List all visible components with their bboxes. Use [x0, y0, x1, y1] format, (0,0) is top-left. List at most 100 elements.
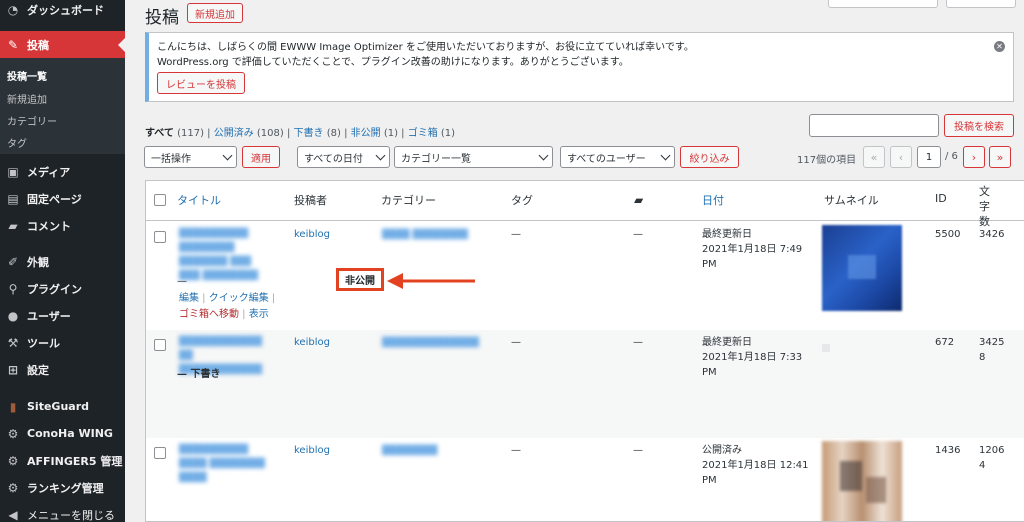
date-cell: 最終更新日 2021年1月18日 7:49 PM [702, 227, 802, 272]
sidebar-item-pages[interactable]: ▤ 固定ページ [0, 185, 125, 212]
sidebar-item-posts[interactable]: ✎ 投稿 [0, 31, 125, 58]
sidebar-collapse-menu[interactable]: ◀ メニューを閉じる [0, 501, 125, 522]
tags-cell: — [511, 337, 521, 348]
comment-bubble-icon[interactable]: ▰ [634, 193, 643, 207]
quick-edit-link[interactable]: クイック編集 [209, 293, 269, 304]
filter-button[interactable]: 絞り込み [680, 146, 739, 168]
add-new-post-button[interactable]: 新規追加 [187, 3, 243, 23]
post-review-button[interactable]: レビューを投稿 [157, 72, 245, 94]
sidebar-item-settings[interactable]: ⊞ 設定 [0, 356, 125, 383]
date-filter-select[interactable]: すべての日付 [297, 146, 390, 168]
plugin-icon: ⚲ [8, 281, 18, 296]
sidebar-item-dashboard[interactable]: ◔ ダッシュボード [0, 0, 125, 23]
row-checkbox[interactable] [154, 447, 166, 459]
sidebar-item-appearance[interactable]: ✐ 外観 [0, 248, 125, 275]
first-page-button: « [863, 146, 885, 168]
date-status: 公開済み [702, 445, 742, 456]
date-ampm: PM [702, 367, 717, 378]
date-value: 2021年1月18日 7:49 [702, 244, 803, 255]
category-link[interactable]: ████████ [382, 444, 437, 458]
page-total: / 6 [945, 151, 958, 162]
pin-icon: ✎ [7, 37, 19, 52]
comments-cell: — [633, 445, 643, 456]
filter-draft-count: (8) [326, 128, 341, 139]
trash-link[interactable]: ゴミ箱へ移動 [179, 309, 239, 320]
category-filter-select[interactable]: カテゴリー一覧 [394, 146, 553, 168]
author-link[interactable]: keiblog [294, 443, 330, 458]
sidebar-item-label: メニューを閉じる [27, 508, 115, 522]
view-link[interactable]: 表示 [249, 309, 269, 320]
brush-icon: ✐ [7, 254, 19, 269]
select-all-checkbox[interactable] [154, 194, 166, 206]
post-id: 1436 [935, 445, 961, 456]
next-page-button[interactable]: › [963, 146, 985, 168]
submenu-tags[interactable]: タグ [7, 135, 27, 150]
column-thumbnail: サムネイル [824, 194, 879, 207]
prev-page-button: ‹ [890, 146, 912, 168]
filter-published[interactable]: 公開済み [214, 128, 254, 139]
filter-draft[interactable]: 下書き [294, 128, 324, 139]
table-row: ██████████ ████████ ███████ ███ ███ ████… [146, 222, 1024, 330]
category-link[interactable]: ██████████████ [382, 336, 479, 350]
tags-cell: — [511, 445, 521, 456]
table-row: ████████████ ██ ████████████ — 下書き keibl… [146, 330, 1024, 438]
sidebar-item-users[interactable]: ● ユーザー [0, 302, 125, 329]
sidebar-item-comments[interactable]: ▰ コメント [0, 212, 125, 239]
posts-submenu: 投稿一覧 新規追加 カテゴリー タグ [0, 58, 125, 154]
submenu-add-new[interactable]: 新規追加 [7, 91, 47, 106]
sidebar-item-conoha[interactable]: ⚙ ConoHa WING [0, 420, 125, 447]
sidebar-item-siteguard[interactable]: ▮ SiteGuard [0, 393, 125, 420]
gear-icon: ⚙ [7, 453, 19, 468]
author-link[interactable]: keiblog [294, 227, 330, 242]
column-date[interactable]: 日付 [702, 192, 724, 208]
char-count: 3426 [979, 229, 1005, 240]
user-filter-select[interactable]: すべてのユーザー [560, 146, 675, 168]
row-checkbox[interactable] [154, 339, 166, 351]
post-search-input[interactable] [809, 114, 939, 137]
category-filter-value: カテゴリー一覧 [401, 153, 471, 165]
dismiss-icon[interactable]: ✕ [994, 41, 1005, 52]
post-title-link[interactable]: ██████████ ████ ████████ ████ [179, 443, 274, 485]
bulk-action-value: 一括操作 [151, 153, 191, 165]
wrench-icon: ⚒ [7, 335, 19, 350]
char-count-line-1: 1206 [979, 445, 1005, 456]
author-link[interactable]: keiblog [294, 335, 330, 350]
comment-icon: ▰ [8, 218, 18, 233]
edit-link[interactable]: 編集 [179, 293, 199, 304]
sidebar-item-media[interactable]: ▣ メディア [0, 158, 125, 185]
date-cell: 最終更新日 2021年1月18日 7:33 PM [702, 335, 802, 380]
posts-table: タイトル 投稿者 カテゴリー タグ ▰ 日付 サムネイル ID 文字数 ████… [145, 180, 1024, 522]
sidebar-item-tools[interactable]: ⚒ ツール [0, 329, 125, 356]
column-tags: タグ [511, 194, 533, 207]
submenu-all-posts[interactable]: 投稿一覧 [7, 68, 47, 83]
chevron-down-icon [660, 150, 671, 161]
column-title[interactable]: タイトル [177, 192, 221, 208]
post-title-link[interactable]: ██████████ ████████ ███████ ███ ███ ████… [179, 227, 274, 283]
gear-icon: ⚙ [7, 480, 19, 495]
gear-icon: ⚙ [7, 426, 19, 441]
filter-trash[interactable]: ゴミ箱 [408, 128, 438, 139]
help-button[interactable] [946, 0, 1016, 8]
submenu-categories[interactable]: カテゴリー [7, 113, 57, 128]
date-value: 2021年1月18日 7:33 [702, 352, 803, 363]
search-posts-button[interactable]: 投稿を検索 [944, 114, 1014, 137]
apply-button[interactable]: 適用 [242, 146, 280, 168]
sidebar-item-ranking[interactable]: ⚙ ランキング管理 [0, 474, 125, 501]
category-link[interactable]: ████ ████████ [382, 228, 468, 242]
table-header: タイトル 投稿者 カテゴリー タグ ▰ 日付 サムネイル ID 文字数 [146, 181, 1024, 228]
last-page-button[interactable]: » [989, 146, 1011, 168]
post-id: 5500 [935, 229, 961, 240]
screen-options-button[interactable] [828, 0, 938, 8]
date-cell: 公開済み 2021年1月18日 12:41 PM [702, 443, 809, 488]
post-thumbnail [822, 441, 902, 521]
bulk-action-select[interactable]: 一括操作 [144, 146, 237, 168]
char-count-line-1: 3425 [979, 337, 1005, 348]
sidebar-item-plugins[interactable]: ⚲ プラグイン [0, 275, 125, 302]
row-checkbox[interactable] [154, 231, 166, 243]
current-page-input[interactable]: 1 [917, 146, 941, 168]
sidebar-item-affinger[interactable]: ⚙ AFFINGER5 管理 [0, 447, 125, 474]
filter-all[interactable]: すべて [145, 128, 174, 139]
filter-private[interactable]: 非公開 [351, 128, 381, 139]
char-count: 1206 4 [979, 443, 1004, 473]
comments-cell: — [633, 229, 643, 240]
